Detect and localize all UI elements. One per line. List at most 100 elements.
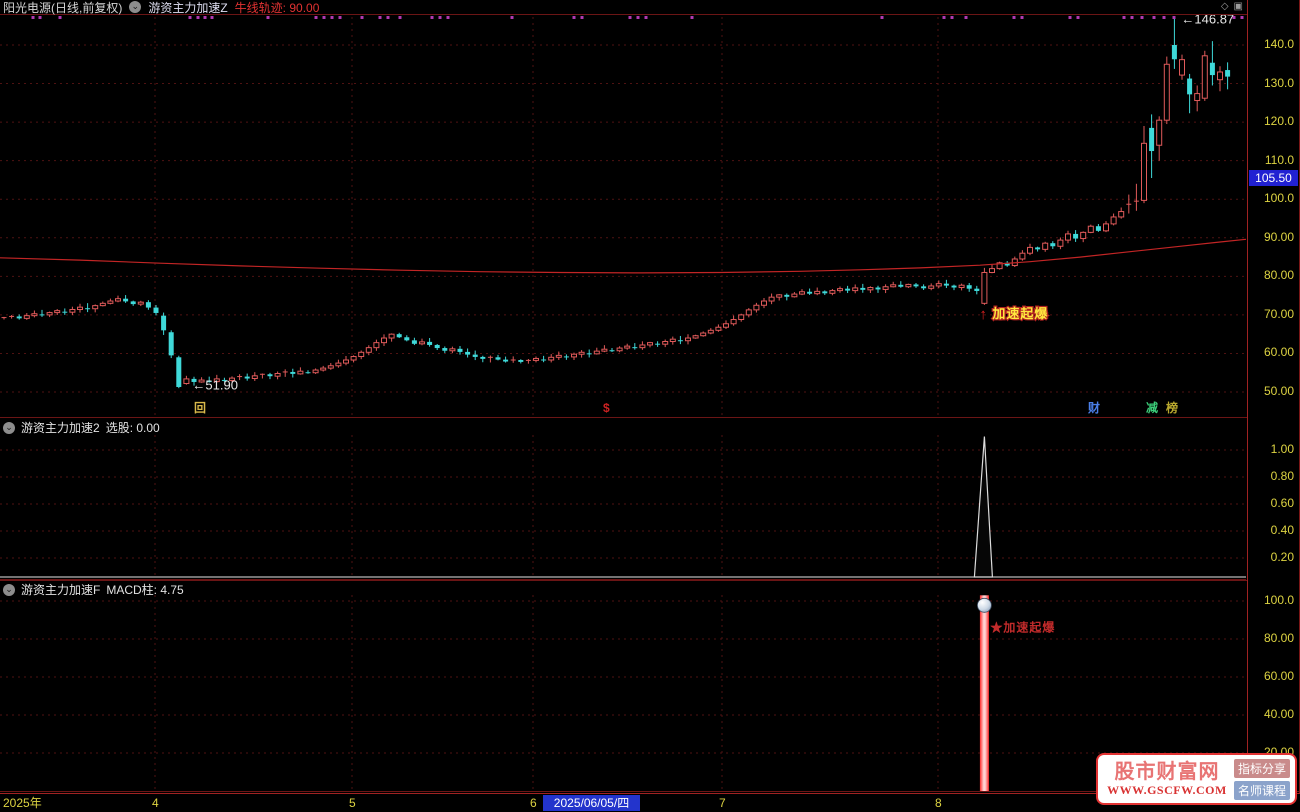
candle-down (396, 334, 402, 338)
high-price-label: ←146.87 (1181, 15, 1234, 27)
candle-down (1187, 78, 1193, 95)
bot-indicator-value: MACD柱: 4.75 (106, 583, 184, 597)
diamond-icon[interactable]: ◇ (1221, 1, 1229, 13)
signal-dot (1152, 16, 1156, 19)
candle-up (381, 337, 387, 344)
indicator-value: 牛线轨迹: 90.00 (234, 0, 320, 15)
candle-up (647, 342, 653, 346)
candle-up (1179, 59, 1185, 76)
candle-down (290, 371, 296, 374)
signal-arrow-icon: ↑ (979, 306, 987, 323)
main-chart-canvas[interactable]: ←146.87 ←51.90 ↑ 加速起爆 (0, 15, 1247, 417)
axis-tick-label: 80.00 (1263, 268, 1294, 283)
candle-up (837, 288, 843, 292)
candle-down (472, 354, 478, 357)
candle-down (951, 285, 957, 288)
dollar-marker-icon[interactable]: $ (603, 402, 610, 415)
collapse-chevron-icon[interactable]: ⌄ (3, 583, 15, 596)
candle-up (274, 372, 281, 377)
watermark-badges: 指标分享 名师课程 (1233, 757, 1290, 801)
bang-marker-icon[interactable]: 榜 (1166, 402, 1178, 415)
signal-dot (1012, 16, 1016, 19)
jian-marker-icon[interactable]: 减 (1146, 402, 1158, 415)
panel-layout-icon[interactable]: ▣ (1234, 1, 1243, 13)
candle-up (639, 344, 646, 349)
candle-up (989, 268, 995, 273)
titlebar: 阳光电源(日线,前复权) ⌄ 游资主力加速Z 牛线轨迹: 90.00 ◇ ▣ (0, 0, 1247, 16)
candle-down (966, 285, 972, 289)
candle-up (365, 347, 372, 353)
candle-up (555, 354, 562, 358)
candle-up (814, 290, 821, 295)
candle-up (1156, 119, 1163, 146)
axis-tick-label: 80.00 (1263, 631, 1294, 645)
signal-dot (322, 16, 326, 19)
candle-up (715, 326, 722, 331)
watermark-badge-2: 名师课程 (1233, 780, 1290, 800)
candle-up (593, 350, 600, 355)
axis-tick-label: 0.20 (1270, 550, 1294, 564)
candle-down (1095, 226, 1101, 231)
axis-tick-label: 120.0 (1263, 114, 1294, 129)
candle-up (738, 314, 745, 321)
bot-indicator-name[interactable]: 游资主力加速F (21, 581, 100, 598)
candle-up (761, 300, 767, 306)
price-axis[interactable]: 105.50 140.0 130.0 120.0 110.0 100.0 90.00 80.… (1247, 0, 1300, 793)
candle-up (852, 287, 859, 292)
candle-down (427, 341, 433, 345)
candle-up (799, 291, 805, 295)
macd-bar (979, 595, 989, 791)
date-tick-label: 6 (530, 796, 537, 810)
signal-dot (314, 16, 318, 19)
mid-indicator-value: 选股: 0.00 (105, 421, 160, 435)
watermark-site-name: 股市财富网 (1114, 760, 1220, 783)
candle-up (312, 369, 319, 374)
candle-up (1080, 231, 1087, 240)
signal-dot (31, 16, 35, 19)
candle-down (153, 307, 159, 313)
collapse-chevron-icon[interactable]: ⌄ (3, 421, 15, 434)
signal-dot (210, 16, 214, 19)
candle-down (503, 359, 509, 362)
signal-dot (1122, 16, 1126, 19)
candle-up (882, 286, 889, 290)
candle-up (601, 348, 608, 352)
signal-dot (1140, 16, 1144, 19)
candle-up (449, 348, 456, 352)
signal-dot (446, 16, 450, 19)
candle-up (92, 305, 99, 310)
candle-up (1118, 211, 1125, 218)
axis-tick-label: 140.0 (1263, 37, 1294, 51)
bot-chart-canvas[interactable]: ★加速起爆 (0, 595, 1247, 791)
hui-marker-icon[interactable]: 回 (194, 402, 206, 415)
candle-up (320, 367, 327, 371)
candle-up (251, 375, 258, 380)
candle-up (958, 284, 965, 289)
watermark: 股市财富网 WWW.GSCFW.COM 指标分享 名师课程 (1096, 753, 1297, 805)
candle-up (662, 340, 669, 345)
mid-chart-canvas[interactable] (0, 435, 1247, 580)
signal-text: 加速起爆 (991, 306, 1048, 321)
candle-down (860, 287, 866, 290)
candle-down (176, 357, 182, 387)
candle-down (1209, 62, 1215, 76)
signal-dot (386, 16, 390, 19)
signal-dot (378, 16, 382, 19)
signal-dot (266, 16, 270, 19)
collapse-chevron-icon[interactable]: ⌄ (129, 1, 142, 13)
candle-down (465, 351, 471, 355)
cai-marker-icon[interactable]: 财 (1088, 402, 1100, 415)
current-price-badge: 105.50 (1249, 170, 1298, 186)
mid-indicator-name[interactable]: 游资主力加速2 (21, 419, 100, 436)
signal-dot (644, 16, 648, 19)
candle-down (123, 298, 129, 302)
signal-dot (438, 16, 442, 19)
signal-dot (510, 16, 514, 19)
candle-up (1019, 252, 1026, 260)
signal-dot (572, 16, 576, 19)
candle-down (784, 294, 790, 297)
candle-up (99, 302, 106, 307)
candle-down (807, 291, 813, 294)
candle-up (548, 356, 555, 361)
indicator-name[interactable]: 游资主力加速Z (148, 0, 227, 16)
